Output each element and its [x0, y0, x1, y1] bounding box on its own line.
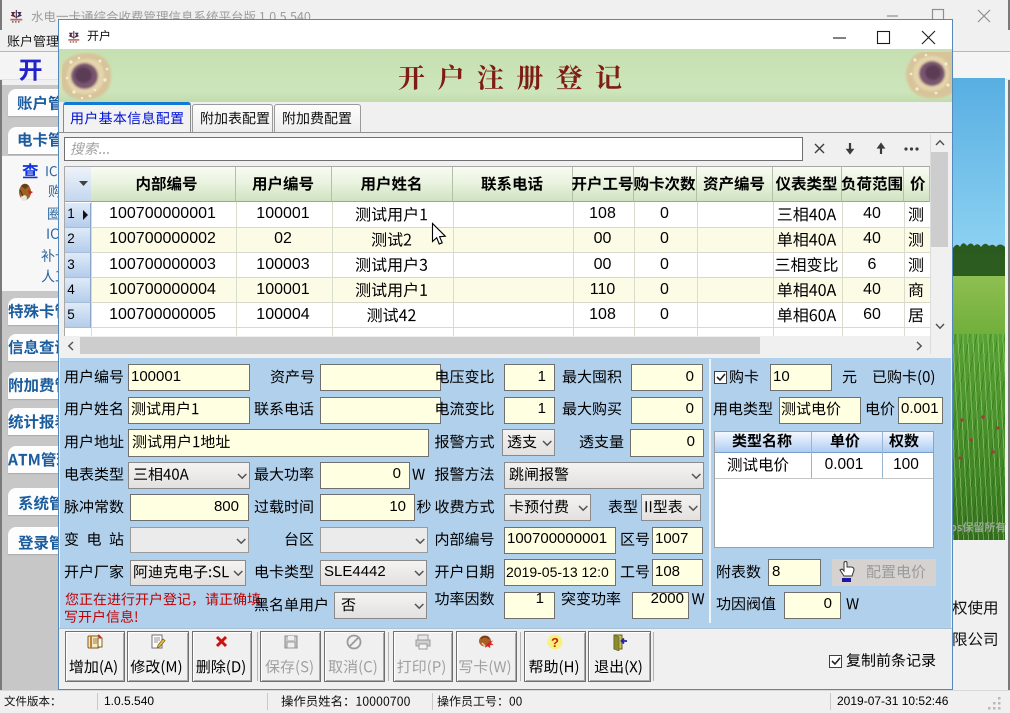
svg-text:?: ? [551, 635, 559, 650]
